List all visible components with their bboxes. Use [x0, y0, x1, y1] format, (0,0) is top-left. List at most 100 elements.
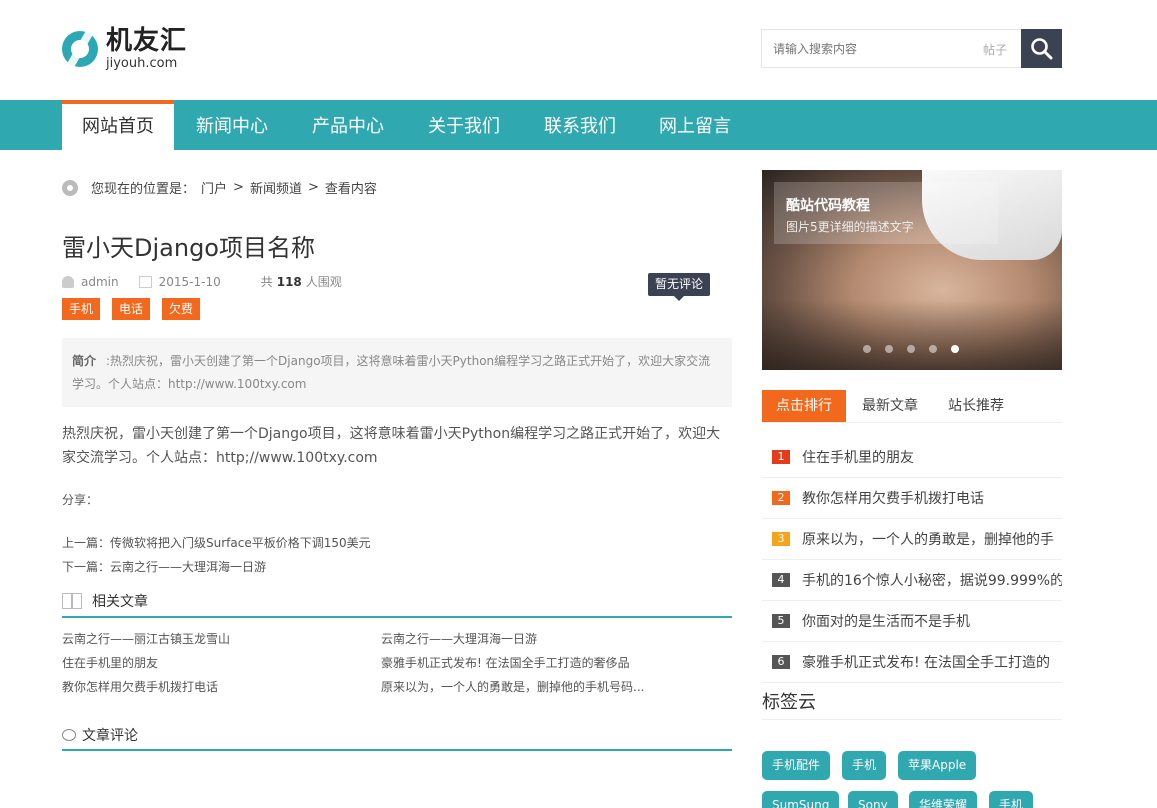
book-icon — [62, 592, 82, 609]
rank-title: 豪雅手机正式发布! 在法国全手工打造的 — [802, 655, 1051, 671]
next-article-link[interactable]: 下一篇：云南之行——大理洱海一日游 — [62, 555, 371, 579]
calendar-icon — [138, 275, 152, 288]
related-link[interactable]: 原来以为，一个人的勇敢是，删掉他的手机号码... — [381, 678, 644, 695]
article-tags: 手机 电话 欠费 — [62, 298, 212, 320]
related-header: 相关文章 — [62, 585, 732, 618]
site-header: 机友汇 jiyouh.com 帖子 — [0, 0, 1157, 100]
views-prefix: 共 — [260, 275, 273, 289]
sidebar-tabs: 点击排行 最新文章 站长推荐 — [762, 390, 1062, 423]
rank-number: 4 — [772, 573, 790, 587]
related-link[interactable]: 云南之行——丽江古镇玉龙雪山 — [62, 630, 230, 647]
cloud-tag[interactable]: 手机 — [842, 751, 887, 780]
search-icon — [1031, 38, 1053, 60]
nav-item-news[interactable]: 新闻中心 — [196, 100, 268, 150]
rank-title: 住在手机里的朋友 — [802, 450, 914, 466]
rank-title: 手机的16个惊人小秘密，据说99.999%的 — [802, 573, 1062, 589]
breadcrumb-current: 查看内容 — [324, 182, 377, 197]
banner-title: 酷站代码教程 — [786, 198, 870, 214]
search-input[interactable] — [762, 30, 972, 67]
rank-item[interactable]: 4 手机的16个惊人小秘密，据说99.999%的 — [762, 560, 1062, 601]
breadcrumb: 您现在的位置是： 门户 > 新闻频道 > 查看内容 — [62, 178, 383, 197]
rank-number: 3 — [772, 532, 790, 546]
slider-dots — [863, 345, 973, 353]
tag-link[interactable]: 手机 — [62, 298, 101, 320]
tag-link[interactable]: 电话 — [112, 298, 151, 320]
comments-title: 文章评论 — [82, 727, 138, 744]
related-link[interactable]: 云南之行——大理洱海一日游 — [381, 630, 537, 647]
banner-subtitle: 图片5更详细的描述文字 — [786, 220, 914, 234]
slider-dot[interactable] — [907, 345, 915, 353]
article-body: 热烈庆祝，雷小天创建了第一个Django项目，这将意味着雷小天Python编程学… — [62, 426, 721, 466]
slider-dot[interactable] — [885, 345, 893, 353]
nav-item-contact[interactable]: 联系我们 — [544, 100, 616, 150]
nav-item-products[interactable]: 产品中心 — [312, 100, 384, 150]
views-count: 118 — [276, 274, 302, 289]
related-link[interactable]: 住在手机里的朋友 — [62, 654, 158, 671]
cloud-tag[interactable]: 手机配件 — [762, 751, 831, 780]
logo-domain: jiyouh.com — [106, 56, 178, 71]
nav-item-about[interactable]: 关于我们 — [428, 100, 500, 150]
related-title: 相关文章 — [92, 593, 148, 610]
cloud-tag[interactable]: Sony — [848, 791, 898, 808]
rank-list: 1 住在手机里的朋友 2 教你怎样用欠费手机拨打电话 3 原来以为，一个人的勇敢是，删… — [762, 437, 1062, 683]
slider-dot[interactable] — [929, 345, 937, 353]
location-pin-icon — [62, 179, 78, 196]
summary-label: 简介 — [72, 354, 97, 368]
rank-item[interactable]: 2 教你怎样用欠费手机拨打电话 — [762, 478, 1062, 519]
tab-recommend[interactable]: 站长推荐 — [948, 390, 1004, 422]
summary-text: :热烈庆祝，雷小天创建了第一个Django项目，这将意味着雷小天Python编程… — [72, 354, 711, 391]
breadcrumb-link-news[interactable]: 新闻频道 — [250, 178, 302, 197]
user-icon — [62, 275, 74, 288]
rank-number: 2 — [772, 491, 790, 505]
logo-icon — [62, 31, 98, 67]
rank-item[interactable]: 1 住在手机里的朋友 — [762, 437, 1062, 478]
breadcrumb-link-portal[interactable]: 门户 — [201, 178, 227, 197]
article-date: 2015-1-10 — [158, 274, 221, 289]
nav-item-guestbook[interactable]: 网上留言 — [659, 100, 731, 150]
slider-dot-active[interactable] — [951, 345, 959, 353]
rank-number: 5 — [772, 614, 790, 628]
cloud-tag[interactable]: 苹果Apple — [898, 751, 977, 780]
rank-title: 教你怎样用欠费手机拨打电话 — [802, 491, 984, 507]
slider-dot[interactable] — [863, 345, 871, 353]
related-link[interactable]: 教你怎样用欠费手机拨打电话 — [62, 678, 218, 695]
site-logo[interactable]: 机友汇 jiyouh.com — [62, 28, 187, 70]
prev-article-link[interactable]: 上一篇：传微软将把入门级Surface平板价格下调150美元 — [62, 531, 371, 555]
nav-item-home[interactable]: 网站首页 — [62, 100, 174, 150]
banner-caption: 酷站代码教程 图片5更详细的描述文字 — [774, 182, 998, 244]
comment-tooltip: 暂无评论 — [648, 273, 711, 301]
share-label: 分享： — [62, 493, 99, 507]
rank-title: 原来以为，一个人的勇敢是，删掉他的手 — [802, 532, 1054, 548]
logo-title: 机友汇 — [106, 26, 188, 56]
breadcrumb-separator: > — [307, 180, 319, 195]
article-title: 雷小天Django项目名称 — [62, 234, 315, 262]
article-author[interactable]: admin — [81, 275, 119, 289]
tab-latest[interactable]: 最新文章 — [862, 390, 918, 422]
tab-hot[interactable]: 点击排行 — [762, 390, 846, 422]
breadcrumb-prefix: 您现在的位置是： — [91, 182, 196, 197]
article-meta: admin 2015-1-10 共 118 人围观 — [62, 273, 362, 290]
rank-item[interactable]: 5 你面对的是生活而不是手机 — [762, 601, 1062, 642]
rank-item[interactable]: 3 原来以为，一个人的勇敢是，删掉他的手 — [762, 519, 1062, 560]
search-type-selector[interactable]: 帖子 — [983, 41, 1007, 58]
cloud-tag[interactable]: 华维荣耀 — [909, 791, 978, 808]
comments-header: 文章评论 — [62, 720, 732, 751]
article-summary: 简介:热烈庆祝，雷小天创建了第一个Django项目，这将意味着雷小天Python… — [62, 338, 732, 407]
banner-slider[interactable]: 酷站代码教程 图片5更详细的描述文字 — [762, 170, 1062, 370]
prev-next: 上一篇：传微软将把入门级Surface平板价格下调150美元 下一篇：云南之行—… — [62, 531, 371, 579]
tag-cloud-title: 标签云 — [762, 688, 1062, 720]
banner-shade — [762, 300, 1062, 370]
views-suffix: 人围观 — [305, 275, 342, 289]
search-button[interactable] — [1021, 29, 1062, 68]
breadcrumb-separator: > — [233, 180, 244, 195]
rank-item[interactable]: 6 豪雅手机正式发布! 在法国全手工打造的 — [762, 642, 1062, 683]
tag-link[interactable]: 欠费 — [162, 298, 201, 320]
cloud-tag[interactable]: 手机 — [989, 791, 1034, 808]
related-link[interactable]: 豪雅手机正式发布! 在法国全手工打造的奢侈品 — [381, 654, 630, 671]
rank-number: 6 — [772, 655, 790, 669]
rank-title: 你面对的是生活而不是手机 — [802, 614, 970, 630]
rank-number: 1 — [772, 450, 790, 464]
main-nav: 网站首页 新闻中心 产品中心 关于我们 联系我们 网上留言 — [0, 100, 1157, 150]
search-box: 帖子 — [761, 29, 1062, 68]
cloud-tag[interactable]: SumSung — [762, 791, 840, 808]
